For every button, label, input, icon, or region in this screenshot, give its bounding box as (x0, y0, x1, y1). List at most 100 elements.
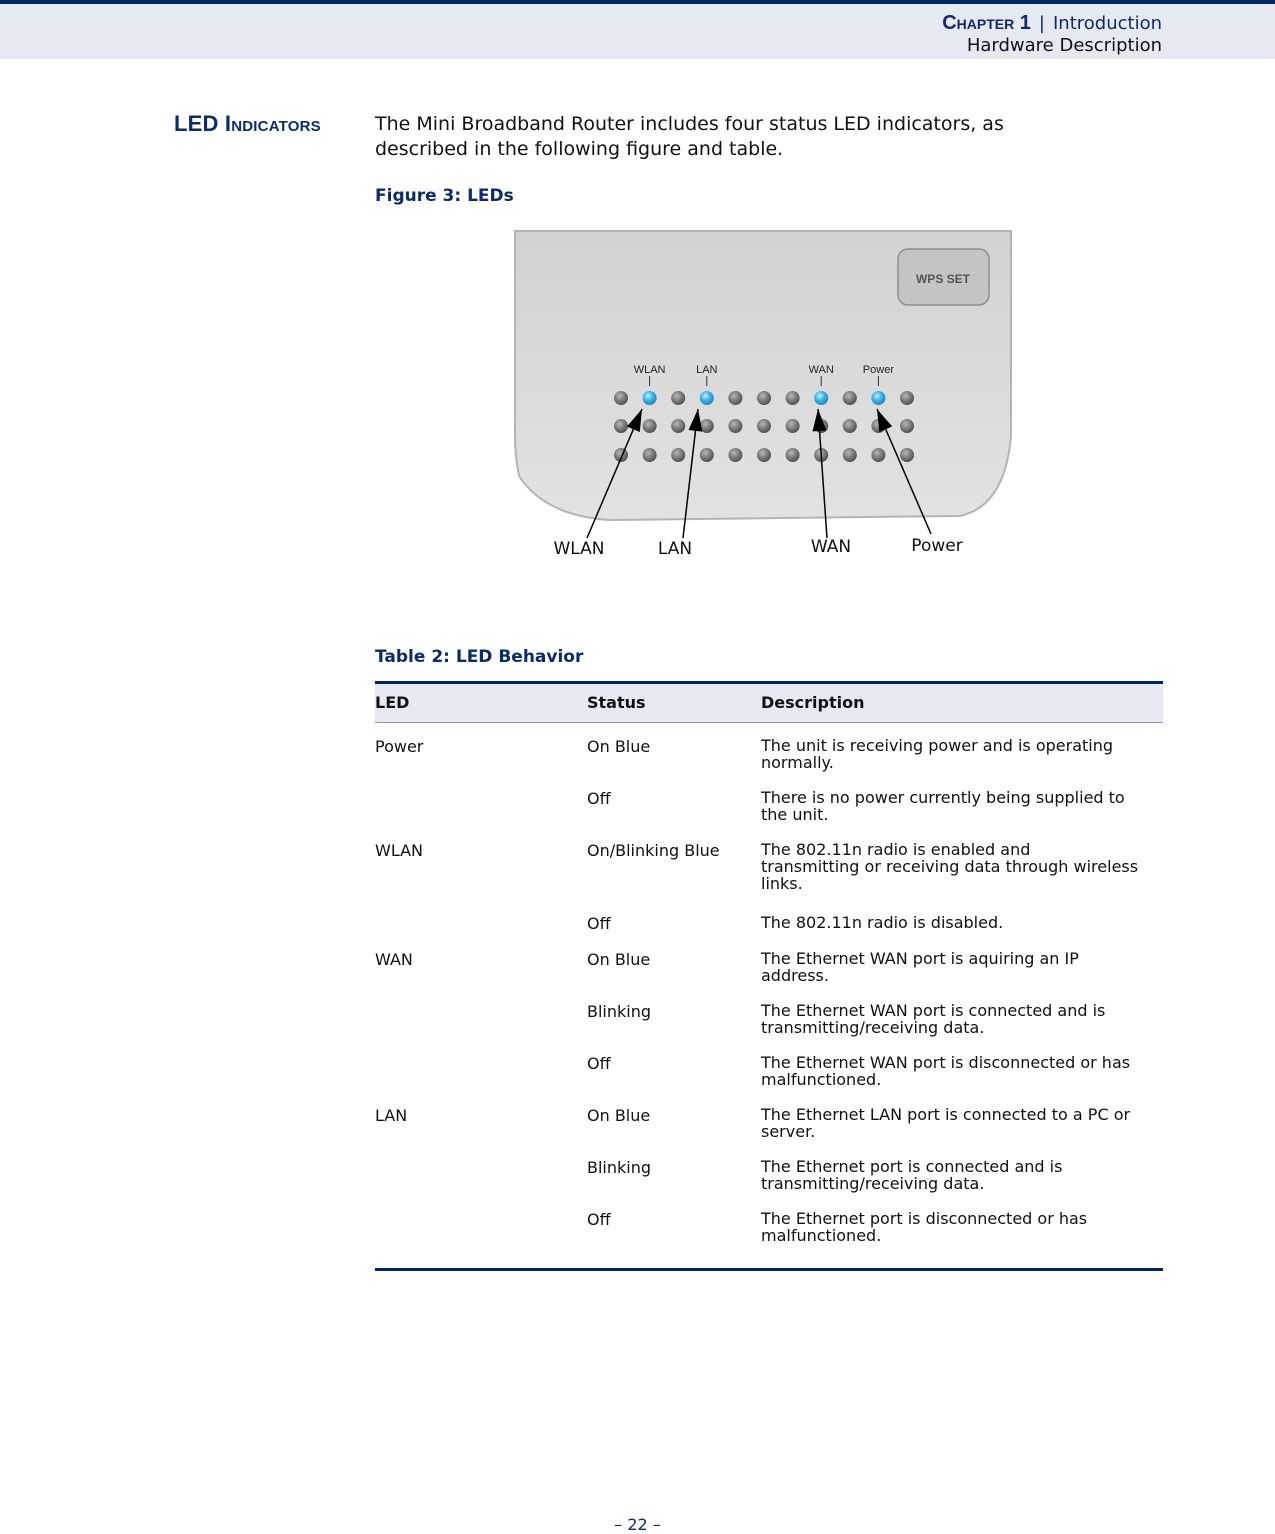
cell-status: Off (587, 789, 611, 808)
table-row: Off The Ethernet WAN port is disconnected… (375, 1054, 1163, 1106)
cell-status: Blinking (587, 1002, 652, 1021)
description-line: server. (761, 1122, 816, 1141)
intro-line: The Mini Broadband Router includes four … (375, 113, 1004, 135)
device-label-wan: WAN (809, 364, 834, 376)
chapter-label: Chapter 1 (942, 12, 1031, 34)
description-line: The 802.11n radio is disabled. (761, 913, 1004, 932)
led-hole (785, 419, 800, 433)
chapter-title: Introduction (1052, 13, 1162, 34)
cell-status: Blinking (587, 1158, 652, 1177)
header-chapter: Chapter 1 | Introduction (942, 12, 1162, 35)
cell-led: Power (375, 737, 424, 756)
description-line: transmitting or receiving data through w… (761, 857, 1139, 876)
led-hole (671, 391, 686, 405)
callout-label-lan: LAN (658, 539, 692, 559)
led-lan-on (699, 391, 714, 405)
cell-description: The Ethernet port is disconnected or has… (761, 1210, 1156, 1244)
cell-led: WAN (375, 950, 413, 969)
device-label-power: Power (863, 364, 895, 376)
callout-label-wan: WAN (811, 537, 851, 557)
cell-description: The Ethernet port is connected and is tra… (761, 1158, 1156, 1192)
header-separator: | (1038, 13, 1045, 34)
cell-status: On Blue (587, 950, 651, 969)
led-hole (671, 419, 686, 433)
description-line: address. (761, 966, 829, 985)
router-illustration: WPS SET WLAN LAN WAN Power WLAN LAN WAN Power (514, 230, 1012, 559)
led-wlan-on (642, 391, 657, 405)
cell-status: On Blue (587, 1106, 651, 1125)
wps-set-button: WPS SET (897, 248, 990, 306)
cell-description: The Ethernet WAN port is aquiring an IP a… (761, 950, 1156, 984)
column-header-status: Status (587, 693, 646, 712)
led-hole (871, 448, 886, 462)
led-hole (900, 448, 914, 462)
cell-status: Off (587, 1054, 611, 1073)
cell-status: On/Blinking Blue (587, 841, 720, 860)
led-hole (642, 448, 657, 462)
description-line: The 802.11n radio is enabled and (761, 840, 1031, 859)
table-row: Off The 802.11n radio is disabled. (375, 914, 1163, 950)
cell-status: Off (587, 1210, 611, 1229)
cell-description: The Ethernet LAN port is connected to a … (761, 1106, 1156, 1140)
description-line: transmitting/receiving data. (761, 1174, 985, 1193)
table-row: WLAN On/Blinking Blue The 802.11n radio is… (375, 841, 1163, 914)
led-behavior-table: LED Status Description Power On Blue The u… (375, 681, 1163, 1271)
cell-description: There is no power currently being suppli… (761, 789, 1156, 823)
intro-line: described in the following figure and ta… (375, 138, 784, 160)
cell-status: Off (587, 914, 611, 933)
cell-led: LAN (375, 1106, 408, 1125)
column-header-description: Description (761, 693, 865, 712)
cell-description: The Ethernet WAN port is disconnected or… (761, 1054, 1156, 1088)
led-hole (699, 448, 714, 462)
led-hole (614, 419, 628, 433)
description-line: The Ethernet LAN port is connected to a … (761, 1105, 1131, 1124)
table-row: Blinking The Ethernet port is connected a… (375, 1158, 1163, 1210)
led-hole (900, 391, 914, 405)
table-row: Off There is no power currently being sup… (375, 789, 1163, 841)
callout-label-wlan: WLAN (553, 539, 604, 559)
cell-led: WLAN (375, 841, 424, 860)
description-line: malfunctioned. (761, 1226, 882, 1245)
table-body: Power On Blue The unit is receiving power … (375, 737, 1163, 1262)
led-figure: WPS SET WLAN LAN WAN Power WLAN LAN WAN Power (505, 226, 1025, 566)
description-line: The Ethernet port is disconnected or has (761, 1209, 1088, 1228)
description-line: There is no power currently being suppli… (761, 788, 1125, 807)
led-wan-on (814, 391, 829, 405)
led-hole (785, 448, 800, 462)
led-hole (728, 391, 743, 405)
led-hole (900, 419, 914, 433)
description-line: the unit. (761, 805, 829, 824)
description-line: The Ethernet WAN port is connected and i… (761, 1001, 1106, 1020)
table-row: Off The Ethernet port is disconnected or … (375, 1210, 1163, 1262)
description-line: The Ethernet WAN port is aquiring an IP (761, 949, 1079, 968)
cell-description: The unit is receiving power and is opera… (761, 737, 1156, 771)
header-section: Hardware Description (966, 35, 1162, 56)
column-header-led: LED (375, 693, 410, 712)
led-hole (728, 419, 743, 433)
device-label-wlan: WLAN (634, 364, 666, 376)
table-row: LAN On Blue The Ethernet LAN port is conne… (375, 1106, 1163, 1158)
table-caption: Table 2: LED Behavior (375, 647, 584, 667)
description-line: The Ethernet port is connected and is (761, 1157, 1063, 1176)
cell-description: The 802.11n radio is disabled. (761, 914, 1156, 931)
description-line: transmitting/receiving data. (761, 1018, 985, 1037)
table-bottom-rule (375, 1268, 1163, 1271)
cell-status: On Blue (587, 737, 651, 756)
description-line: The unit is receiving power and is opera… (761, 736, 1114, 755)
led-hole (671, 448, 686, 462)
led-hole (757, 391, 771, 405)
device-label-lan: LAN (696, 364, 717, 376)
section-title: LED Indicators (174, 111, 321, 136)
led-hole (785, 391, 800, 405)
table-row: Blinking The Ethernet WAN port is connect… (375, 1002, 1163, 1054)
description-line: links. (761, 874, 803, 893)
description-line: malfunctioned. (761, 1070, 882, 1089)
description-line: The Ethernet WAN port is disconnected or… (761, 1053, 1131, 1072)
led-hole (757, 448, 771, 462)
wps-set-label: WPS SET (916, 272, 971, 286)
led-hole (842, 419, 857, 433)
led-power-on (871, 391, 886, 405)
led-hole (614, 391, 628, 405)
table-row: WAN On Blue The Ethernet WAN port is aquir… (375, 950, 1163, 1002)
led-hole (642, 419, 657, 433)
